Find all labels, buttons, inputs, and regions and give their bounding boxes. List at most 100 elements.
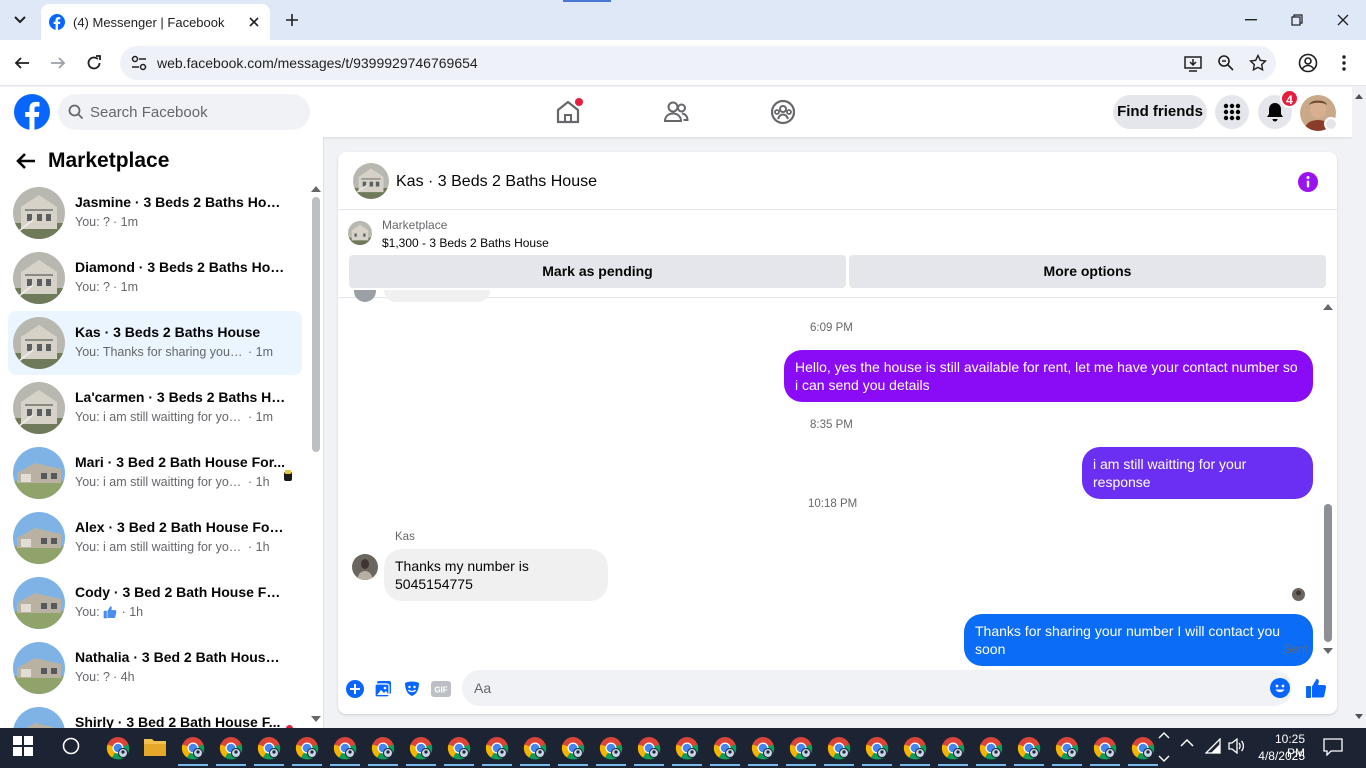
facebook-logo-icon[interactable] (14, 94, 50, 130)
tab-search-button[interactable] (8, 8, 32, 32)
back-button[interactable] (8, 49, 36, 77)
address-bar[interactable]: web.facebook.com/messages/t/939992974676… (120, 46, 1276, 80)
chrome-profile-icon[interactable] (558, 736, 588, 766)
bookmark-star-icon[interactable] (1249, 54, 1267, 72)
windows-start-icon[interactable] (13, 736, 37, 760)
minimize-window-button[interactable] (1228, 0, 1274, 40)
file-explorer-icon[interactable] (143, 736, 167, 760)
chrome-profile-icon[interactable] (1014, 736, 1044, 766)
message-input-field[interactable] (462, 670, 1292, 706)
site-info-icon[interactable] (130, 54, 148, 72)
tab-title: (4) Messenger | Facebook (73, 14, 225, 30)
chat-header: Kas · 3 Beds 2 Baths House (338, 152, 1337, 210)
chrome-profile-icon[interactable] (710, 736, 740, 766)
chrome-profile-icon[interactable] (824, 736, 854, 766)
chat-avatar[interactable] (353, 163, 389, 199)
chrome-profile-icon[interactable] (406, 736, 436, 766)
browser-tab-messenger[interactable]: (4) Messenger | Facebook (41, 4, 270, 40)
home-notification-dot (575, 98, 583, 106)
chevron-up-icon[interactable] (1180, 738, 1196, 754)
volume-icon[interactable] (1228, 738, 1246, 756)
zoom-icon[interactable] (1217, 54, 1235, 72)
chrome-profile-icon[interactable] (368, 736, 398, 766)
chat-title[interactable]: Kas · 3 Beds 2 Baths House (396, 173, 597, 191)
gif-icon[interactable]: GIF (430, 678, 452, 700)
new-tab-button[interactable] (282, 10, 302, 30)
more-options-button[interactable]: More options (849, 255, 1326, 288)
back-arrow-icon[interactable] (16, 152, 36, 170)
conversation-preview: You: ? · 4h (75, 670, 135, 684)
menu-grid-button[interactable] (1215, 95, 1249, 129)
account-chevron-icon[interactable] (1324, 117, 1338, 131)
conversation-info-icon[interactable] (1298, 172, 1318, 192)
chrome-profile-icon[interactable] (1052, 736, 1082, 766)
facebook-search-input[interactable]: Search Facebook (58, 94, 310, 130)
chrome-profile-icon[interactable] (1090, 736, 1120, 766)
chrome-profile-icon[interactable] (444, 736, 474, 766)
chrome-profile-icon[interactable] (786, 736, 816, 766)
message-bubble-outgoing[interactable]: Thanks for sharing your number I will co… (964, 614, 1313, 666)
clock-date[interactable]: 4/8/2025 (1255, 749, 1305, 763)
chrome-profile-icon[interactable] (900, 736, 930, 766)
forward-button[interactable] (44, 49, 72, 77)
photo-icon[interactable] (372, 678, 394, 700)
chrome-profile-icon[interactable] (748, 736, 778, 766)
chrome-profile-icon[interactable] (1128, 736, 1158, 766)
taskbar-scroll-icon[interactable] (1158, 730, 1174, 766)
preview-text: You: i am still waitting for your res... (75, 540, 245, 554)
like-thumb-icon[interactable] (1305, 677, 1327, 699)
chrome-profile-icon[interactable] (292, 736, 322, 766)
chrome-profile-icon[interactable] (330, 736, 360, 766)
message-input[interactable] (474, 670, 1254, 706)
chrome-profile-icon[interactable] (634, 736, 664, 766)
reload-button[interactable] (80, 49, 108, 77)
conversation-item[interactable]: Nathalia · 3 Bed 2 Bath House F... You: ?… (8, 636, 302, 700)
preview-time: · 4h (113, 670, 135, 684)
message-bubble-outgoing[interactable]: i am still waitting for your response (1082, 447, 1313, 499)
chrome-profile-icon[interactable] (178, 736, 208, 766)
notifications-center-icon[interactable] (1323, 738, 1343, 758)
conversation-name: Nathalia · 3 Bed 2 Bath House F... (75, 649, 287, 665)
emoji-icon[interactable] (1270, 678, 1290, 698)
conversation-item[interactable]: Jasmine · 3 Beds 2 Baths House You: ? · 1m (8, 181, 302, 245)
conversation-item[interactable]: La'carmen · 3 Beds 2 Baths House You: i a… (8, 376, 302, 440)
close-window-button[interactable] (1320, 0, 1366, 40)
tab-close-icon[interactable] (246, 14, 262, 30)
browser-menu-icon[interactable] (1330, 49, 1358, 77)
conversation-item[interactable]: Cody · 3 Bed 2 Bath House For ... You: · 1… (8, 571, 302, 635)
conversation-item[interactable]: Diamond · 3 Beds 2 Baths House You: ? · 1m (8, 246, 302, 310)
find-friends-button[interactable]: Find friends (1113, 95, 1207, 129)
groups-icon[interactable] (770, 99, 796, 125)
restore-window-button[interactable] (1274, 0, 1320, 40)
notification-badge: 4 (1280, 89, 1299, 108)
friends-icon[interactable] (663, 99, 689, 125)
chrome-profile-icon[interactable] (596, 736, 626, 766)
plus-actions-icon[interactable] (344, 678, 366, 700)
mark-as-pending-button[interactable]: Mark as pending (349, 255, 846, 288)
chrome-app-icon[interactable] (106, 736, 130, 760)
search-circle-icon[interactable] (61, 736, 85, 760)
chrome-profile-icon[interactable] (976, 736, 1006, 766)
message-bubble-outgoing[interactable]: Hello, yes the house is still available … (784, 350, 1313, 402)
wifi-icon[interactable] (1205, 738, 1223, 756)
conversation-item[interactable]: Mari · 3 Bed 2 Bath House For... You: i a… (8, 441, 302, 505)
install-app-icon[interactable] (1184, 54, 1202, 72)
search-placeholder: Search Facebook (90, 104, 208, 121)
chrome-profile-icon[interactable] (254, 736, 284, 766)
sticker-icon[interactable] (401, 678, 423, 700)
conversation-item[interactable]: Kas · 3 Beds 2 Baths House You: Thanks fo… (8, 311, 302, 375)
chrome-profile-icon[interactable] (482, 736, 512, 766)
page-scrollbar[interactable] (1352, 87, 1366, 728)
chrome-profile-icon[interactable] (862, 736, 892, 766)
profile-icon[interactable] (1294, 49, 1322, 77)
chrome-profile-icon[interactable] (938, 736, 968, 766)
sender-avatar[interactable] (352, 554, 378, 580)
sidebar-scrollbar[interactable] (312, 197, 320, 452)
chat-scrollbar[interactable] (1324, 504, 1332, 642)
chrome-profile-icon[interactable] (672, 736, 702, 766)
message-bubble-incoming[interactable]: Thanks my number is 5045154775 (384, 549, 608, 601)
chrome-profile-icon[interactable] (520, 736, 550, 766)
conversation-item[interactable]: Shirly · 3 Bed 2 Bath House F... (8, 701, 302, 728)
conversation-item[interactable]: Alex · 3 Bed 2 Bath House For R... You: i… (8, 506, 302, 570)
chrome-profile-icon[interactable] (212, 728, 250, 768)
